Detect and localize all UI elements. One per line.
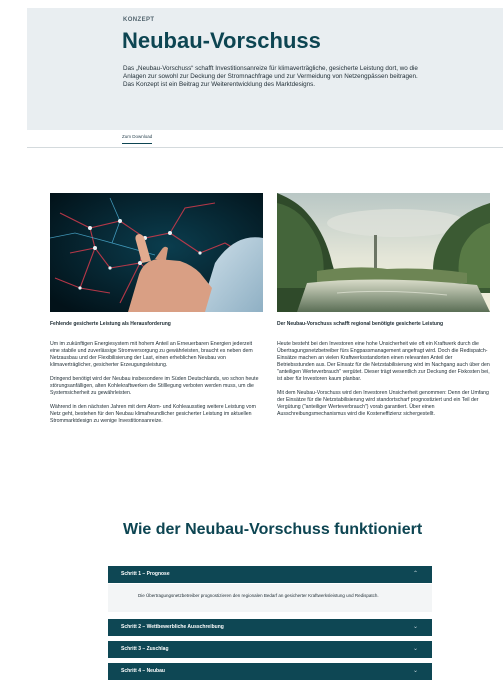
tab-bar: Zum Download <box>27 130 503 148</box>
chevron-down-icon: ⌄ <box>412 646 418 652</box>
accordion-label: Schritt 4 – Neubau <box>121 668 165 674</box>
left-paragraph: Während in den nächsten Jahren mit dem A… <box>50 404 256 424</box>
right-paragraph: Mit dem Neubau-Vorschuss wird den Invest… <box>277 390 489 417</box>
accordion-header[interactable]: Schritt 1 – Prognose ⌃ <box>108 566 432 583</box>
accordion-header[interactable]: Schritt 3 – Zuschlag ⌄ <box>108 641 432 658</box>
accordion-item-step-1[interactable]: Schritt 1 – Prognose ⌃ <box>108 566 432 583</box>
accordion-item-step-4[interactable]: Schritt 4 – Neubau ⌄ <box>108 663 432 680</box>
accordion-panel-step-1: Die Übertragungsnetzbetreiber prognostiz… <box>108 584 432 612</box>
map-touchscreen-photo <box>50 193 263 312</box>
chevron-up-icon: ⌃ <box>412 571 418 577</box>
accordion-header[interactable]: Schritt 2 – Wettbewerbliche Ausschreibun… <box>108 619 432 636</box>
left-column-body: Um im zukünftigen Energiesystem mit hohe… <box>50 341 263 432</box>
accordion-body-text: Die Übertragungsnetzbetreiber prognostiz… <box>138 593 379 598</box>
hero-kicker: KONZEPT <box>123 17 155 23</box>
right-column-heading: Der Neubau-Vorschuss schafft regional be… <box>277 321 444 327</box>
left-column-heading: Fehlende gesicherte Leistung als Herausf… <box>50 321 171 327</box>
page-title: Neubau-Vorschuss <box>122 28 321 53</box>
chevron-down-icon: ⌄ <box>412 624 418 630</box>
accordion-item-step-3[interactable]: Schritt 3 – Zuschlag ⌄ <box>108 641 432 658</box>
left-paragraph: Um im zukünftigen Energiesystem mit hohe… <box>50 341 253 368</box>
accordion-label: Schritt 1 – Prognose <box>121 571 170 577</box>
accordion-item-step-2[interactable]: Schritt 2 – Wettbewerbliche Ausschreibun… <box>108 619 432 636</box>
accordion-header[interactable]: Schritt 4 – Neubau ⌄ <box>108 663 432 680</box>
accordion-label: Schritt 3 – Zuschlag <box>121 646 169 652</box>
right-column-body: Heute besteht bei den Investoren eine ho… <box>277 341 490 425</box>
tab-download[interactable]: Zum Download <box>122 134 153 144</box>
left-paragraph: Dringend benötigt wird der Neubau insbes… <box>50 376 259 396</box>
section-title: Wie der Neubau-Vorschuss funktioniert <box>123 521 423 538</box>
river-landscape-photo <box>277 193 490 312</box>
hero-description: Das „Neubau-Vorschuss“ schafft Investiti… <box>123 65 418 89</box>
hero-banner: KONZEPT Neubau-Vorschuss Das „Neubau-Vor… <box>27 8 503 130</box>
right-paragraph: Heute besteht bei den Investoren eine ho… <box>277 341 490 382</box>
chevron-down-icon: ⌄ <box>412 668 418 674</box>
accordion-label: Schritt 2 – Wettbewerbliche Ausschreibun… <box>121 624 224 630</box>
